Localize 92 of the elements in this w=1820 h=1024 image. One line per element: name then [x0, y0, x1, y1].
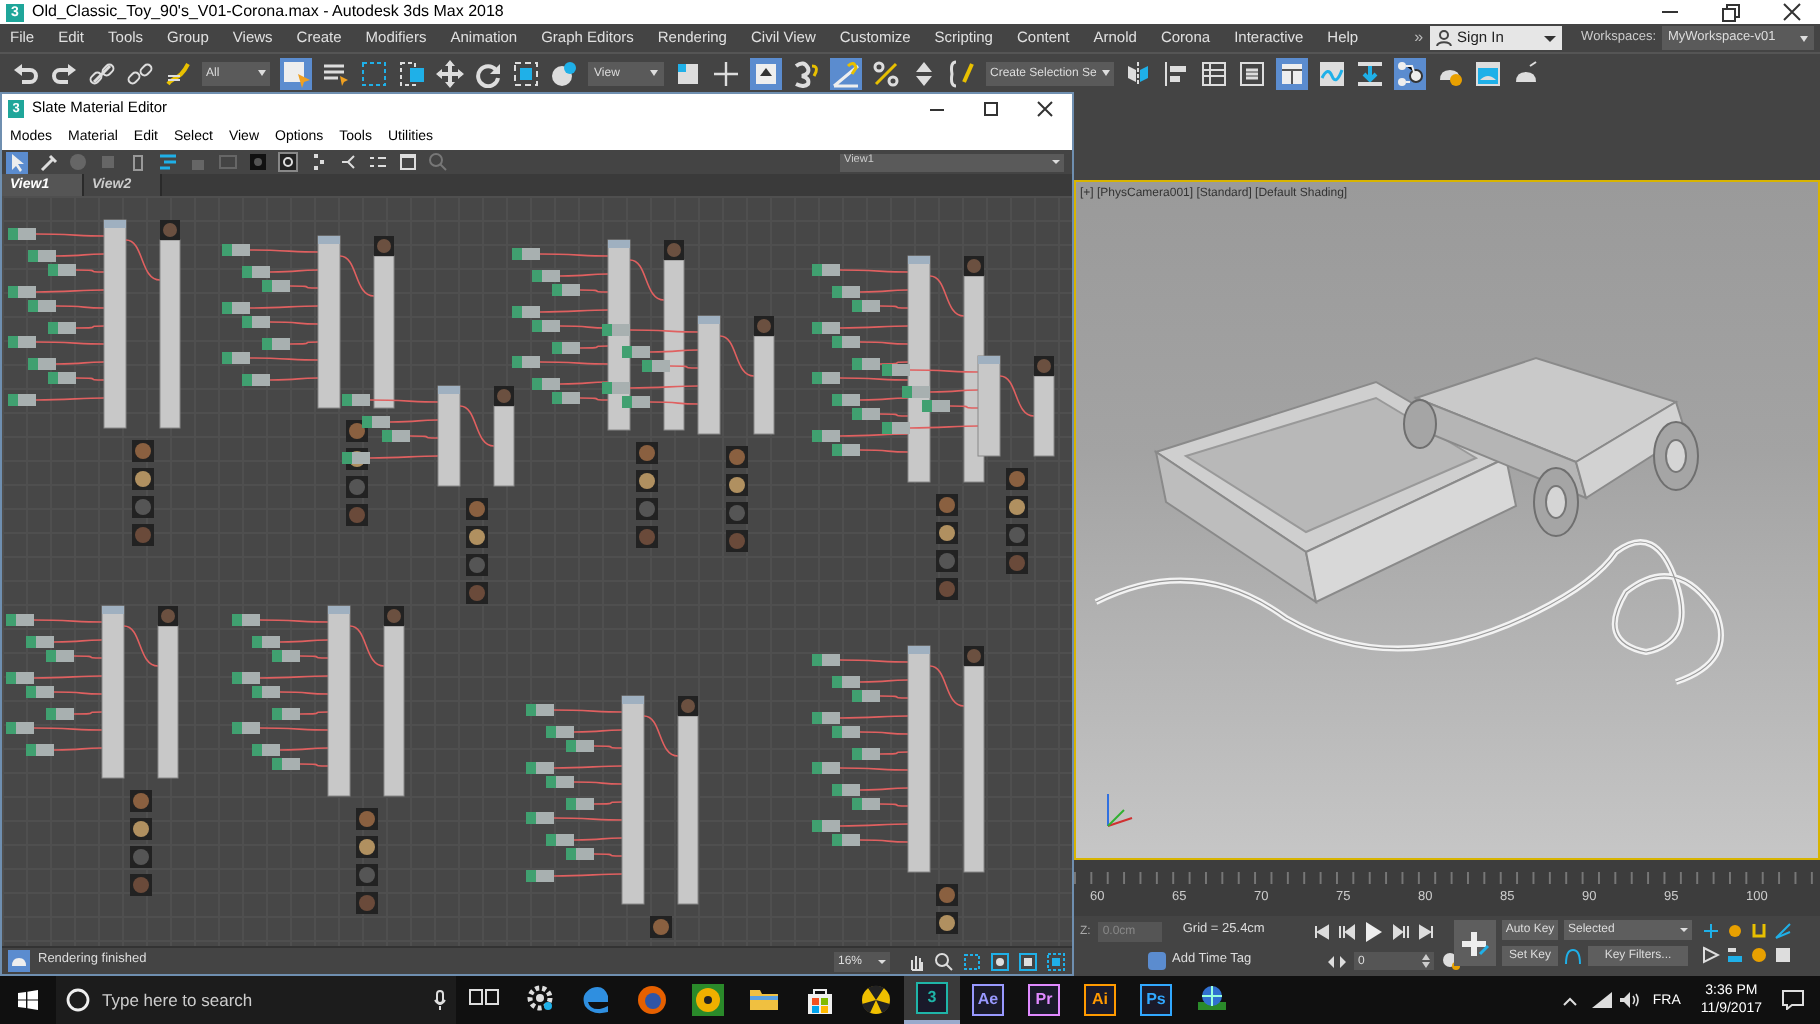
plus-key-icon [1461, 929, 1489, 957]
teapot-icon[interactable] [8, 950, 30, 972]
mirror-icon[interactable] [1124, 59, 1152, 87]
shopping-bag-icon[interactable] [804, 984, 836, 1016]
snaps-toggle-icon[interactable] [792, 59, 820, 87]
pointer-icon[interactable] [6, 151, 28, 173]
more-menus[interactable]: » [1414, 30, 1424, 46]
select-by-name-icon[interactable] [322, 59, 350, 87]
radiation-icon[interactable] [860, 984, 892, 1016]
previous-frame-icon[interactable] [1338, 923, 1357, 939]
microphone-icon[interactable] [434, 990, 446, 1010]
placement-icon[interactable] [550, 59, 578, 87]
rendered-frame-window-icon[interactable] [1474, 59, 1502, 87]
taskbar-app-button[interactable]: 3 [904, 976, 960, 1024]
go-to-start-icon[interactable] [1314, 923, 1331, 939]
chevron-up-icon[interactable] [1562, 995, 1579, 1005]
spinner-arrows-icon[interactable] [1422, 954, 1430, 968]
pivot-icon[interactable] [674, 59, 702, 87]
maximize-viewport-icon[interactable] [1774, 946, 1792, 964]
disc-icon[interactable] [692, 984, 724, 1016]
layer-explorer-icon[interactable] [1238, 59, 1266, 87]
window-crossing-icon[interactable] [398, 59, 426, 87]
windows-start-icon[interactable] [18, 990, 38, 1010]
layout-icon[interactable] [308, 152, 328, 172]
nav-icon[interactable] [398, 152, 418, 172]
rotate-icon[interactable] [474, 59, 502, 87]
notification-icon[interactable] [1782, 990, 1804, 1010]
link-icon[interactable] [88, 59, 116, 87]
unlink-icon[interactable] [126, 59, 154, 87]
pan-icon[interactable] [906, 951, 926, 971]
close-icon[interactable] [1782, 2, 1802, 22]
percent-snap-icon[interactable] [872, 59, 900, 87]
roll-icon[interactable] [1750, 946, 1768, 964]
angle-snap-icon[interactable] [830, 57, 862, 89]
browser-e-icon[interactable] [580, 984, 612, 1016]
dope-sheet-icon[interactable] [1356, 59, 1384, 87]
axis-gizmo-icon [1107, 793, 1133, 827]
redo-icon[interactable] [50, 59, 78, 87]
scale-icon[interactable] [512, 59, 540, 87]
zoom-extents-icon[interactable] [990, 951, 1010, 971]
app-letter-icon[interactable]: Ai [1084, 984, 1116, 1016]
maximize-icon[interactable] [982, 99, 1000, 117]
eyedropper-icon[interactable] [38, 152, 58, 172]
search-icon [66, 988, 90, 1012]
edit-named-selection-icon[interactable] [948, 59, 976, 87]
curve-editor-icon[interactable] [1318, 59, 1346, 87]
scene-explorer-icon[interactable] [1200, 59, 1228, 87]
render-production-icon[interactable] [1512, 59, 1540, 87]
undo-icon[interactable] [12, 59, 40, 87]
restore-icon[interactable] [1720, 1, 1742, 23]
isolate-icon[interactable] [1702, 922, 1720, 940]
ribbon-toggle-icon[interactable] [1276, 57, 1308, 89]
play-icon[interactable] [1364, 921, 1385, 941]
bind-icon[interactable] [164, 59, 192, 87]
align-icon[interactable] [1162, 59, 1190, 87]
delete-icon[interactable] [128, 152, 148, 172]
next-frame-icon[interactable] [1392, 923, 1411, 939]
go-to-end-icon[interactable] [1418, 923, 1435, 939]
app-letter-icon[interactable]: Ae [972, 984, 1004, 1016]
schematic-view-icon[interactable] [1394, 57, 1426, 89]
select-object-icon[interactable] [280, 57, 312, 89]
user-icon [1435, 30, 1452, 46]
move-icon[interactable] [436, 59, 464, 87]
window-title: Old_Classic_Toy_90's_V01-Corona.max - Autodesk 3ds Max 2018 [32, 4, 504, 20]
zoom-selected-icon[interactable] [1018, 951, 1038, 971]
fox-globe-icon[interactable] [636, 984, 668, 1016]
dolly-icon[interactable] [1702, 946, 1720, 964]
zoom-region-icon[interactable] [962, 951, 982, 971]
pan-to-selected-icon[interactable] [1046, 951, 1066, 971]
speaker-icon[interactable] [1620, 992, 1641, 1008]
set-key-mode-button[interactable] [1454, 920, 1496, 966]
material-params-icon[interactable] [368, 152, 388, 172]
pan-view-icon[interactable] [1726, 946, 1744, 964]
zoom-icon[interactable] [934, 951, 954, 971]
orbit-icon[interactable] [1726, 922, 1744, 940]
spinner-snap-icon[interactable] [910, 59, 938, 87]
rectangular-region-icon[interactable] [360, 59, 388, 87]
taskbar-search-field[interactable]: Type here to search [56, 976, 456, 1024]
gear-icon[interactable] [524, 984, 556, 1016]
tangent-icon[interactable] [1564, 947, 1582, 965]
wifi-icon[interactable] [1592, 992, 1613, 1008]
move-children-icon[interactable] [158, 152, 178, 172]
key-mode-toggle-icon[interactable] [1328, 953, 1346, 969]
app-letter-icon[interactable]: Ps [1140, 984, 1172, 1016]
app-letter-icon[interactable]: Pr [1028, 984, 1060, 1016]
manipulate-icon[interactable] [712, 59, 740, 87]
app-letter-icon[interactable]: 3 [916, 982, 948, 1014]
globe-icon[interactable] [1196, 984, 1228, 1016]
walk-through-icon[interactable] [1750, 922, 1768, 940]
folder-icon[interactable] [748, 984, 780, 1016]
close-icon[interactable] [1036, 99, 1054, 117]
field-of-view-icon[interactable] [1774, 922, 1792, 940]
